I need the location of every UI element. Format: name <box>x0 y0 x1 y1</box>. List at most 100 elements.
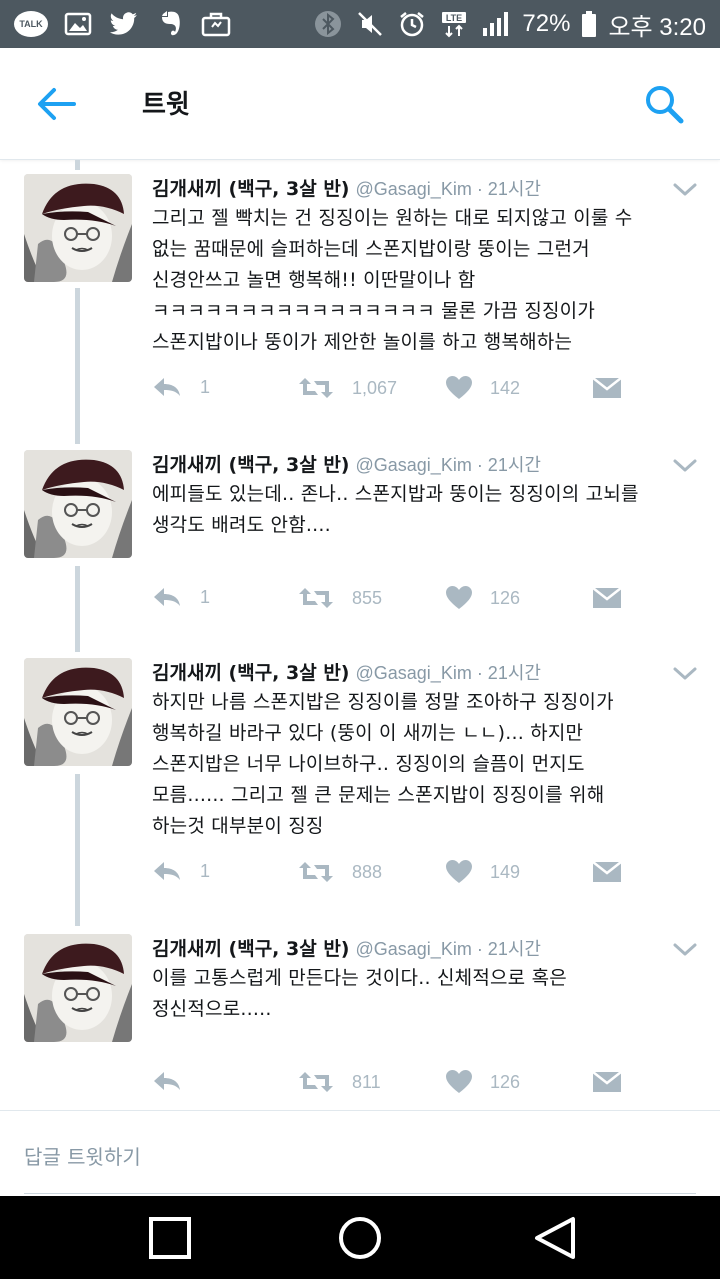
tweet-actions: 1 888 149 <box>152 860 632 890</box>
chevron-down-icon[interactable] <box>672 666 698 682</box>
author-handle-time: @Gasagi_Kim · 21시간 <box>355 455 541 475</box>
replies-count: 1 <box>200 376 211 397</box>
reply-input[interactable]: 답글 트윗하기 <box>24 1141 141 1170</box>
tweet-text-line: 행복하길 바라구 있다 (뚱이 이 새끼는 ㄴㄴ)... 하지만 <box>152 722 584 744</box>
retweet-icon <box>299 378 333 398</box>
thread-line <box>75 774 80 926</box>
avatar[interactable] <box>24 174 132 282</box>
direct-message-icon <box>592 861 622 882</box>
avatar[interactable] <box>24 450 132 558</box>
tweet-text: 하지만 나름 스폰지밥은 징징이를 정말 조아하구 징징이가행복하길 바라구 있… <box>152 687 704 842</box>
direct-message-button[interactable] <box>592 376 622 400</box>
thread-line <box>75 566 80 652</box>
retweet-icon <box>299 862 333 882</box>
svg-text:LTE: LTE <box>446 13 462 23</box>
reply-bar[interactable]: 답글 트윗하기 <box>0 1110 720 1194</box>
tweet-actions: 1 1,067 142 <box>152 376 632 406</box>
author-name[interactable]: 김개새끼 (백구, 3살 반) <box>152 450 350 477</box>
avatar[interactable] <box>24 658 132 766</box>
search-icon[interactable] <box>644 84 684 124</box>
reply-icon <box>154 588 180 606</box>
retweets-count: 1,067 <box>352 377 398 398</box>
mute-icon <box>354 10 386 38</box>
home-button[interactable] <box>332 1196 388 1279</box>
likes-count: 126 <box>490 587 521 608</box>
tweet-text-line: 스폰지밥은 너무 나이브하구.. 징징이의 슬픔이 먼지도 <box>152 753 585 775</box>
reply-button[interactable]: 1 <box>152 586 210 608</box>
tweet-text-line: 이를 고통스럽게 만든다는 것이다.. 신체적으로 혹은 <box>152 967 567 989</box>
clock: 오후 3:20 <box>608 13 706 41</box>
like-heart-icon <box>446 586 472 609</box>
kakaotalk-icon: TALK <box>14 11 48 37</box>
tweet-header: 김개새끼 (백구, 3살 반) @Gasagi_Kim · 21시간 <box>152 934 541 961</box>
tweet-text-line: 정신적으로..... <box>152 998 272 1020</box>
retweets-count: 811 <box>352 1071 381 1092</box>
square-icon <box>149 1216 191 1259</box>
chevron-down-icon[interactable] <box>672 942 698 958</box>
tweet-header: 김개새끼 (백구, 3살 반) @Gasagi_Kim · 21시간 <box>152 174 541 201</box>
replies-count: 1 <box>200 860 211 881</box>
author-name[interactable]: 김개새끼 (백구, 3살 반) <box>152 658 350 685</box>
avatar[interactable] <box>24 934 132 1042</box>
reply-button[interactable]: 1 <box>152 860 210 882</box>
author-name[interactable]: 김개새끼 (백구, 3살 반) <box>152 934 350 961</box>
retweet-icon <box>299 588 333 608</box>
like-heart-icon <box>446 1070 472 1093</box>
tweet-header: 김개새끼 (백구, 3살 반) @Gasagi_Kim · 21시간 <box>152 658 541 685</box>
tweet-text-line: 생각도 배려도 안함.... <box>152 514 331 536</box>
direct-message-button[interactable] <box>592 860 622 884</box>
alarm-icon <box>396 10 428 38</box>
tweet-text-line: ㅋㅋㅋㅋㅋㅋㅋㅋㅋㅋㅋㅋㅋㅋㅋㅋ 물론 가끔 징징이가 <box>152 300 596 322</box>
twitter-icon <box>108 10 140 38</box>
chevron-down-icon[interactable] <box>672 182 698 198</box>
signal-icon <box>480 10 512 38</box>
tweet-text-line: 모름...... 그리고 젤 큰 문제는 스폰지밥이 징징이를 위해 <box>152 784 605 806</box>
direct-message-button[interactable] <box>592 586 622 610</box>
retweet-button[interactable]: 811 <box>298 1070 381 1094</box>
author-name[interactable]: 김개새끼 (백구, 3살 반) <box>152 174 350 201</box>
reply-icon <box>154 378 180 396</box>
tweet-text-line: 하지만 나름 스폰지밥은 징징이를 정말 조아하구 징징이가 <box>152 691 614 713</box>
tweet-text: 이를 고통스럽게 만든다는 것이다.. 신체적으로 혹은정신적으로..... <box>152 963 704 1025</box>
like-button[interactable]: 126 <box>446 1070 520 1094</box>
like-button[interactable]: 149 <box>446 860 520 884</box>
reply-button[interactable] <box>152 1070 200 1092</box>
back-arrow-icon[interactable] <box>36 86 76 122</box>
status-bar: TALK LTE 72% 오후 3:20 <box>0 0 720 48</box>
direct-message-icon <box>592 377 622 398</box>
tweet-actions: 811 126 <box>152 1070 632 1100</box>
direct-message-button[interactable] <box>592 1070 622 1094</box>
retweets-count: 855 <box>352 587 383 608</box>
tweet-text: 그리고 젤 빡치는 건 징징이는 원하는 대로 되지않고 이룰 수 없는 꿈때문에… <box>152 203 704 358</box>
tweet-text-line: 없는 꿈때문에 슬퍼하는데 스폰지밥이랑 뚱이는 그런거 <box>152 238 590 260</box>
tweet-text: 에피들도 있는데.. 존나.. 스폰지밥과 뚱이는 징징이의 고뇌를 생각도 배려… <box>152 479 704 541</box>
like-button[interactable]: 142 <box>446 376 520 400</box>
likes-count: 126 <box>490 1071 521 1092</box>
direct-message-icon <box>592 1071 622 1092</box>
tweet-text-line: 스폰지밥이나 뚱이가 제안한 놀이를 하고 행복해하는 <box>152 331 573 353</box>
retweet-button[interactable]: 1,067 <box>298 376 397 400</box>
like-button[interactable]: 126 <box>446 586 520 610</box>
triangle-back-icon <box>535 1216 575 1259</box>
recent-apps-button[interactable] <box>138 1196 202 1279</box>
battery-icon <box>580 10 598 38</box>
reply-button[interactable]: 1 <box>152 376 210 398</box>
retweet-button[interactable]: 855 <box>298 586 382 610</box>
author-handle-time: @Gasagi_Kim · 21시간 <box>355 663 541 683</box>
direct-message-icon <box>592 587 622 608</box>
thread-line <box>75 288 80 444</box>
app-header: 트윗 <box>0 48 720 160</box>
likes-count: 142 <box>490 377 521 398</box>
thread-line <box>75 160 80 170</box>
evernote-icon <box>154 10 186 38</box>
chevron-down-icon[interactable] <box>672 458 698 474</box>
retweet-button[interactable]: 888 <box>298 860 382 884</box>
page-title: 트윗 <box>142 90 190 120</box>
like-heart-icon <box>446 860 472 883</box>
back-button[interactable] <box>526 1196 582 1279</box>
tweet-header: 김개새끼 (백구, 3살 반) @Gasagi_Kim · 21시간 <box>152 450 541 477</box>
tweet-text-line: 신경안쓰고 놀면 행복해!! 이딴말이나 함 <box>152 269 476 291</box>
like-heart-icon <box>446 376 472 399</box>
circle-icon <box>339 1216 381 1259</box>
author-handle-time: @Gasagi_Kim · 21시간 <box>355 179 541 199</box>
